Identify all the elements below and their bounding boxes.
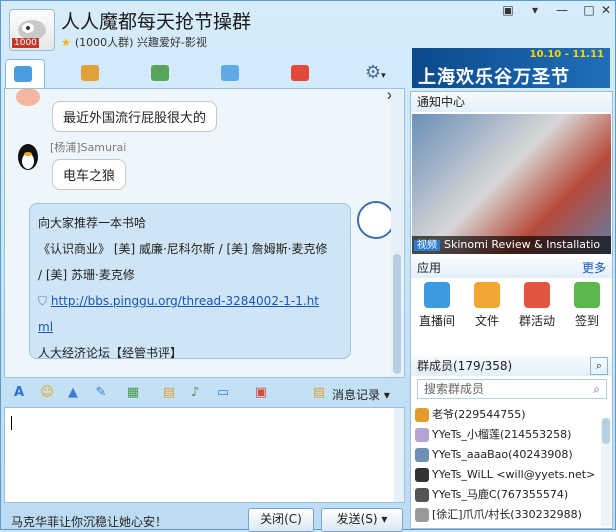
group-avatar[interactable]: 1000 bbox=[9, 9, 55, 51]
message-input[interactable] bbox=[4, 407, 405, 503]
restore-button[interactable]: ▾ bbox=[522, 1, 548, 21]
avatar bbox=[415, 428, 429, 442]
megaphone-icon bbox=[81, 64, 99, 81]
ad-text: 上海欢乐谷万圣节 bbox=[418, 67, 570, 88]
avatar[interactable] bbox=[14, 141, 42, 171]
settings-menu-button[interactable]: ⚙▾ bbox=[365, 59, 386, 87]
folder-icon bbox=[221, 64, 239, 81]
history-icon: ▤ bbox=[312, 385, 326, 400]
chat-icon bbox=[14, 65, 32, 82]
font-icon[interactable]: A bbox=[10, 384, 28, 402]
apps-header: 应用 更多 bbox=[411, 258, 612, 278]
member-list-scrollbar[interactable] bbox=[601, 418, 611, 526]
check-icon bbox=[574, 282, 600, 308]
message-link[interactable]: ⛉ http://bbs.pinggu.org/thread-3284002-1… bbox=[38, 288, 342, 314]
avatar bbox=[415, 408, 429, 422]
skin-button[interactable]: ▣ bbox=[495, 1, 521, 21]
penguin-icon bbox=[18, 144, 38, 170]
avatar[interactable] bbox=[14, 89, 42, 119]
message-line: 《认识商业》 [美] 威廉·尼科尔斯 / [美] 詹姆斯·麦克修 bbox=[38, 242, 328, 256]
message-bubble: 向大家推荐一本书哈 《认识商业》 [美] 威廉·尼科尔斯 / [美] 詹姆斯·麦… bbox=[29, 203, 351, 360]
app-group-activity[interactable]: 群活动 bbox=[515, 276, 559, 329]
search-members-icon[interactable]: ⌕ bbox=[590, 357, 608, 375]
photo-icon bbox=[151, 64, 169, 81]
member-search-input[interactable]: 搜索群成员 ⌕ bbox=[417, 379, 607, 399]
more-apps-link[interactable]: 更多 bbox=[582, 258, 606, 278]
chat-scrollbar[interactable] bbox=[391, 89, 403, 377]
app-files[interactable]: 文件 bbox=[465, 276, 509, 329]
notice-video-thumbnail[interactable]: 视频 Skinomi Review & Installatio bbox=[412, 114, 611, 254]
tab-announcement[interactable]: 公告 bbox=[81, 59, 103, 136]
tab-album[interactable]: 相册 bbox=[151, 59, 173, 136]
message-line: / [美] 苏珊·麦克修 bbox=[38, 268, 135, 282]
message-line: 人大经济论坛【经管书评】 bbox=[38, 346, 183, 360]
app-checkin[interactable]: 签到 bbox=[565, 276, 609, 329]
input-scrollbar[interactable] bbox=[394, 408, 404, 502]
list-item[interactable]: [徐汇]爪爪/村长(330232988) bbox=[415, 505, 582, 525]
notice-caption: Skinomi Review & Installatio bbox=[444, 238, 601, 251]
music-icon[interactable]: ♪ bbox=[186, 384, 204, 402]
chevron-down-icon: ▾ bbox=[381, 71, 386, 81]
message-link-continued[interactable]: ml bbox=[38, 314, 342, 340]
group-chat-window: 1000 人人魔都每天抢节操群 ★ (1000人群) 兴趣爱好-影视 ▣ ▾ — … bbox=[0, 0, 616, 532]
list-item[interactable]: YYeTs_WiLL <will@yyets.net> bbox=[415, 465, 595, 485]
search-icon: ⌕ bbox=[593, 382, 600, 396]
ad-dates: 10.10 - 11.11 bbox=[529, 49, 604, 60]
list-item[interactable]: YYeTs_小榴莲(214553258) bbox=[415, 425, 571, 445]
ad-banner[interactable]: 10.10 - 11.11 上海欢乐谷万圣节 bbox=[412, 48, 610, 88]
message-history-button[interactable]: 消息记录 ▾ bbox=[332, 386, 390, 403]
close-button[interactable]: 关闭(C) bbox=[248, 508, 314, 532]
chat-area[interactable]: ✕ 最近外国流行屁股很大的 [杨浦]Samurai 电车之狼 向大家推荐一本书哈… bbox=[4, 88, 405, 378]
gear-icon: ⚙ bbox=[365, 62, 382, 83]
magic-icon[interactable]: ▲ bbox=[64, 384, 82, 402]
folder-icon bbox=[474, 282, 500, 308]
ad-text-link[interactable]: 马克华菲让你沉稳让她心安！ bbox=[11, 513, 167, 530]
input-toolbar: A ☺ ▲ ✎ ▦ ▤ ♪ ▭ ▣ ▤ 消息记录 ▾ bbox=[4, 380, 405, 408]
message-bubble: 最近外国流行屁股很大的 bbox=[52, 101, 218, 132]
list-item[interactable]: YYeTs_aaaBao(40243908) bbox=[415, 445, 573, 465]
avatar bbox=[415, 448, 429, 462]
flag-icon bbox=[524, 282, 550, 308]
emoji-icon[interactable]: ☺ bbox=[38, 384, 56, 402]
flag-icon bbox=[291, 64, 309, 81]
notice-center-header: 通知中心 bbox=[411, 92, 612, 112]
tab-chat[interactable]: 聊天 bbox=[5, 59, 45, 137]
side-panel: 通知中心 视频 Skinomi Review & Installatio 应用 更… bbox=[410, 91, 613, 529]
group-category: (1000人群) 兴趣爱好-影视 bbox=[74, 36, 207, 49]
send-button[interactable]: 发送(S) ▾ bbox=[321, 508, 403, 532]
members-header: 群成员(179/358) ⌕ bbox=[411, 356, 612, 376]
avatar bbox=[415, 508, 429, 522]
text-caret bbox=[11, 416, 12, 430]
message-bubble: 电车之狼 bbox=[52, 159, 127, 190]
avatar bbox=[415, 488, 429, 502]
image-icon[interactable]: ▦ bbox=[124, 384, 142, 402]
minimize-button[interactable]: — bbox=[549, 1, 575, 21]
message-line: 向大家推荐一本书哈 bbox=[38, 216, 147, 230]
screenshot-icon[interactable]: ▭ bbox=[214, 384, 232, 402]
group-subtitle: ★ (1000人群) 兴趣爱好-影视 bbox=[61, 34, 207, 50]
avatar bbox=[415, 468, 429, 482]
sender-name: [杨浦]Samurai bbox=[50, 141, 127, 154]
video-tag: 视频 bbox=[414, 240, 440, 251]
group-size-badge: 1000 bbox=[12, 38, 39, 48]
close-window-button[interactable]: ✕ bbox=[593, 1, 616, 21]
list-item[interactable]: YYeTs_马鹿C(767355574) bbox=[415, 485, 568, 505]
doc-icon[interactable]: ▤ bbox=[160, 384, 178, 402]
star-icon: ★ bbox=[61, 36, 71, 49]
tab-activity[interactable]: 活动 bbox=[291, 59, 313, 136]
avatar[interactable] bbox=[357, 201, 395, 239]
list-item[interactable]: 老爷(229544755) bbox=[415, 405, 526, 425]
shield-icon: ⛉ bbox=[38, 294, 48, 308]
gift-icon[interactable]: ▣ bbox=[252, 384, 270, 402]
group-title: 人人魔都每天抢节操群 bbox=[61, 11, 252, 33]
note-icon[interactable]: ✎ bbox=[92, 384, 110, 402]
tab-files[interactable]: 文件 bbox=[221, 59, 243, 136]
app-live[interactable]: 直播间 bbox=[415, 276, 459, 329]
tv-icon bbox=[424, 282, 450, 308]
apps-grid: 直播间 文件 群活动 签到 bbox=[411, 276, 612, 340]
